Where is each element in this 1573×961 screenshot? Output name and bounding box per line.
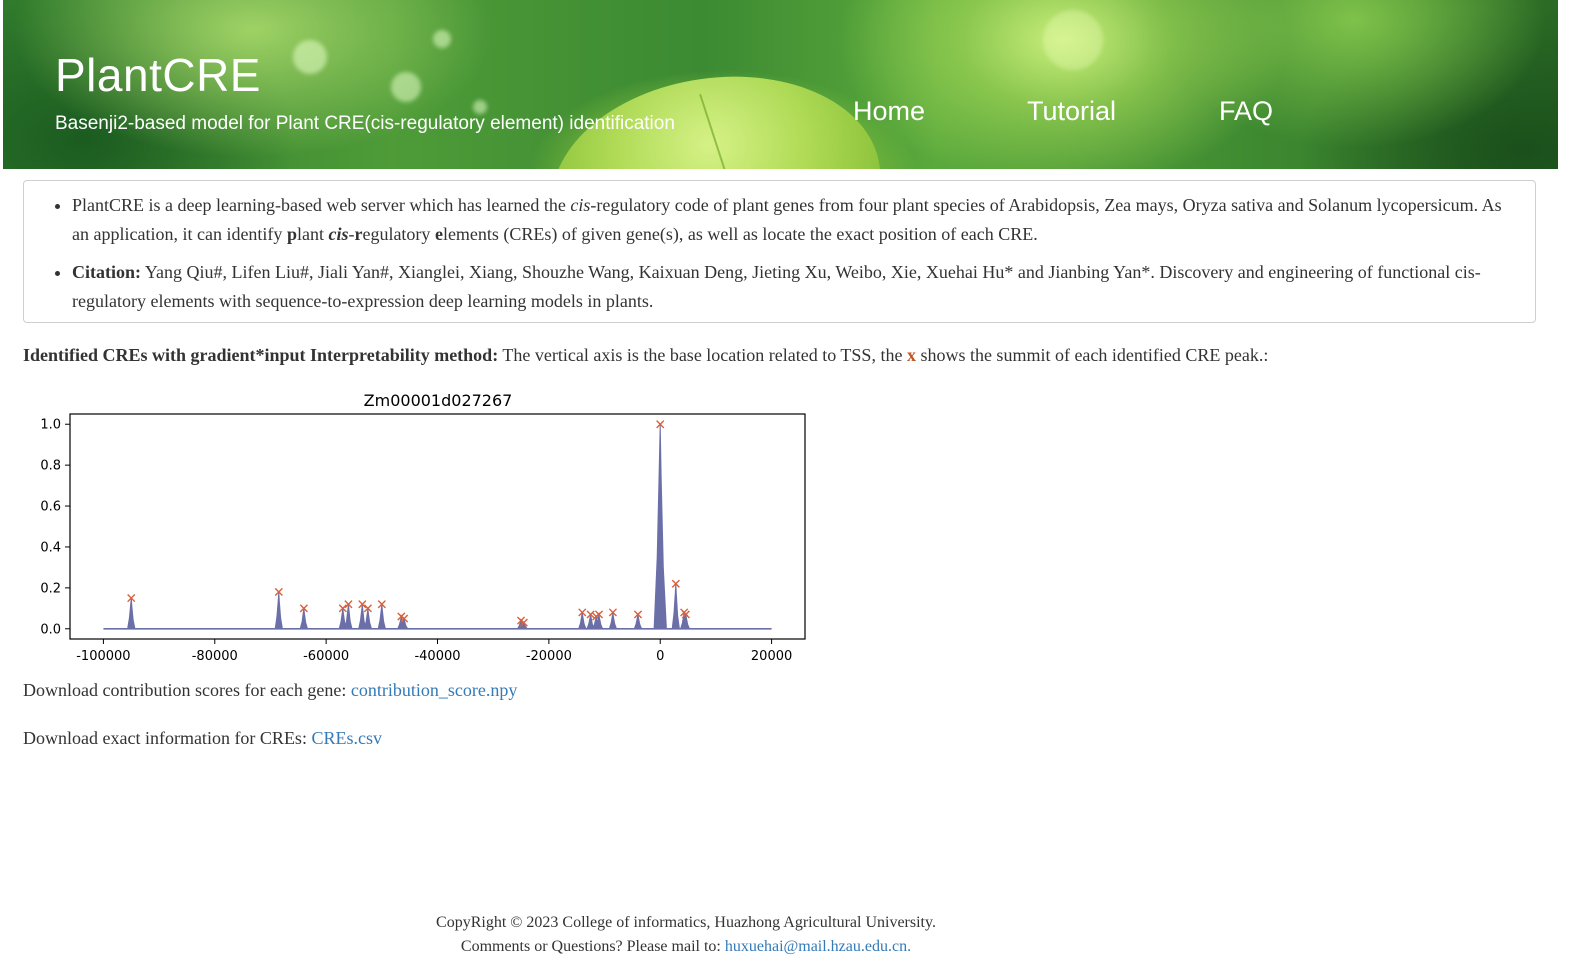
contribution-peak bbox=[274, 591, 283, 630]
intro-description: PlantCRE is a deep learning-based web se… bbox=[72, 191, 1521, 249]
site-title[interactable]: PlantCRE bbox=[55, 48, 261, 102]
footer-copyright: CopyRight © 2023 College of informatics,… bbox=[436, 914, 936, 931]
nav-faq-link[interactable]: FAQ bbox=[1219, 96, 1273, 127]
y-tick-label: 1.0 bbox=[40, 418, 61, 433]
y-tick-label: 0.6 bbox=[40, 500, 61, 515]
chart-frame bbox=[69, 413, 806, 640]
intro-text: lements (CREs) of given gene(s), as well… bbox=[442, 224, 1038, 244]
chart-plot-area bbox=[103, 420, 772, 630]
intro-citation: Citation: Yang Qiu#, Lifen Liu#, Jiali Y… bbox=[72, 258, 1521, 316]
intro-text-bold: e bbox=[434, 224, 443, 244]
result-label: Identified CREs with gradient*input Inte… bbox=[23, 345, 499, 365]
x-tick-label: -20000 bbox=[526, 649, 572, 664]
contribution-peak bbox=[377, 604, 387, 630]
download-scores-label: Download contribution scores for each ge… bbox=[23, 680, 351, 700]
intro-text-bold: p bbox=[286, 224, 297, 244]
intro-list: PlantCRE is a deep learning-based web se… bbox=[24, 181, 1535, 316]
download-cres-line: Download exact information for CREs: CRE… bbox=[23, 728, 382, 749]
intro-text: lant bbox=[296, 224, 329, 244]
cres-csv-download-link[interactable]: CREs.csv bbox=[311, 728, 382, 748]
y-tick-label: 0.4 bbox=[40, 540, 61, 555]
download-cres-label: Download exact information for CREs: bbox=[23, 728, 312, 748]
bokeh-light bbox=[1043, 10, 1103, 70]
bokeh-light bbox=[473, 100, 487, 114]
x-tick-label: 0 bbox=[656, 649, 664, 664]
result-description: Identified CREs with gradient*input Inte… bbox=[23, 342, 1268, 368]
result-text: The vertical axis is the base location r… bbox=[498, 345, 907, 365]
contribution-peak bbox=[671, 583, 680, 630]
citation-label: Citation: bbox=[72, 262, 141, 282]
bokeh-light bbox=[293, 40, 327, 74]
x-tick-label: -40000 bbox=[414, 649, 460, 664]
intro-text: egulatory bbox=[362, 224, 435, 244]
nav-home-link[interactable]: Home bbox=[853, 96, 925, 127]
page-footer: CopyRight © 2023 College of informatics,… bbox=[0, 911, 1372, 959]
footer-contact-label: Comments or Questions? Please mail to: bbox=[460, 938, 725, 955]
x-tick-label: -80000 bbox=[192, 649, 238, 664]
footer-contact: Comments or Questions? Please mail to: h… bbox=[0, 935, 1372, 959]
contribution-peak bbox=[344, 604, 353, 630]
intro-text-italic: cis bbox=[570, 195, 591, 215]
footer-email-link[interactable]: huxuehai@mail.hzau.edu.cn. bbox=[725, 938, 911, 955]
y-tick-label: 0.0 bbox=[40, 622, 61, 637]
x-tick-label: -100000 bbox=[76, 649, 130, 664]
intro-text-bold-italic: cis bbox=[328, 224, 349, 244]
nav-tutorial-link[interactable]: Tutorial bbox=[1027, 96, 1116, 127]
summit-marker-symbol: x bbox=[906, 345, 916, 365]
header-banner: PlantCRE Basenji2-based model for Plant … bbox=[3, 0, 1558, 169]
intro-text: PlantCRE is a deep learning-based web se… bbox=[72, 195, 571, 215]
site-subtitle: Basenji2-based model for Plant CRE(cis-r… bbox=[55, 113, 675, 134]
bokeh-light bbox=[433, 30, 451, 48]
download-scores-line: Download contribution scores for each ge… bbox=[23, 680, 517, 701]
x-tick-label: -60000 bbox=[303, 649, 349, 664]
citation-text: Yang Qiu#, Lifen Liu#, Jiali Yan#, Xiang… bbox=[72, 262, 1481, 311]
result-text: shows the summit of each identified CRE … bbox=[915, 345, 1269, 365]
chart-title: Zm00001d027267 bbox=[364, 391, 513, 410]
contribution-peak bbox=[127, 598, 136, 630]
y-tick-label: 0.8 bbox=[40, 459, 61, 474]
contribution-peak bbox=[653, 424, 667, 630]
bokeh-light bbox=[391, 72, 421, 102]
contribution-score-download-link[interactable]: contribution_score.npy bbox=[351, 680, 517, 700]
intro-panel: PlantCRE is a deep learning-based web se… bbox=[23, 180, 1536, 323]
x-tick-label: 20000 bbox=[751, 649, 792, 664]
y-tick-label: 0.2 bbox=[40, 581, 61, 596]
cre-contribution-chart: Zm00001d027267 -100000 -80000 -60000 -40000… bbox=[40, 391, 806, 664]
